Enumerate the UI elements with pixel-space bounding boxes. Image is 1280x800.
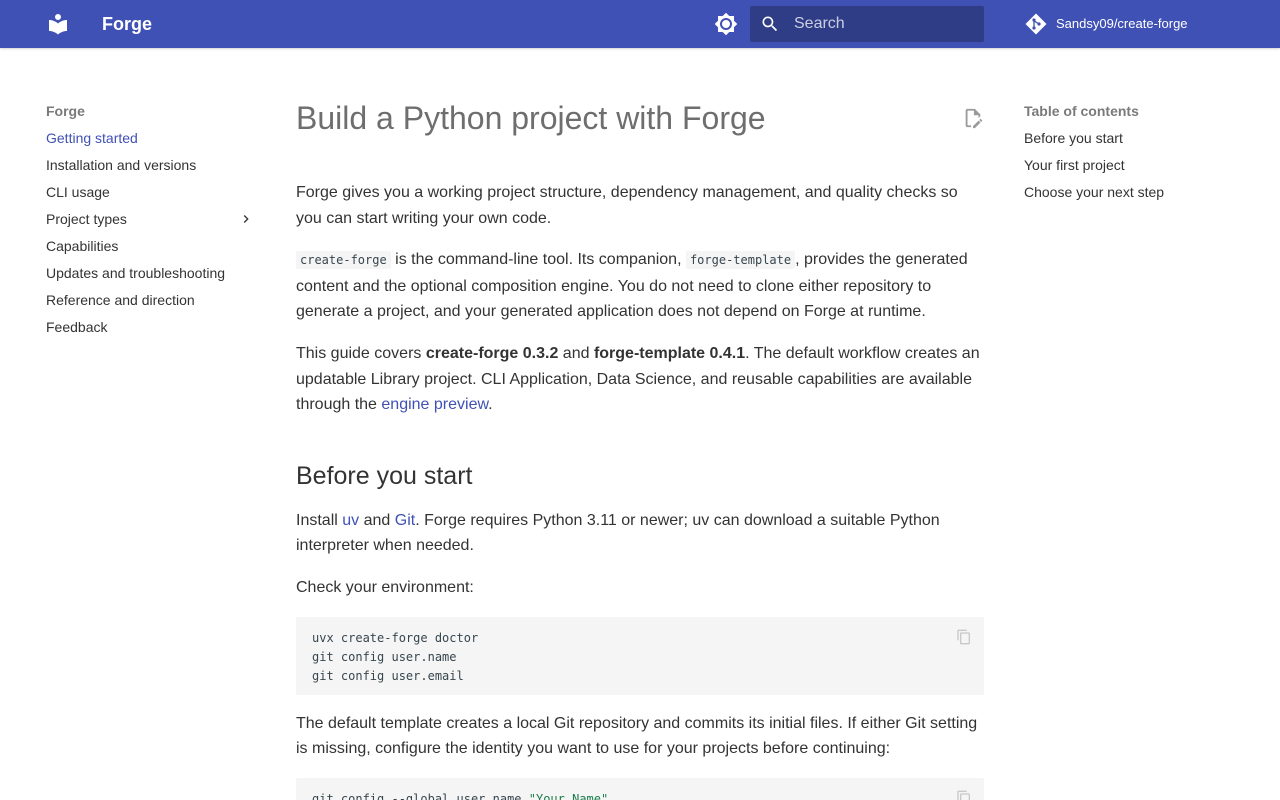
primary-navigation: Forge Getting started Installation and v… <box>46 102 260 345</box>
nav-item-updates-and-troubleshooting[interactable]: Updates and troubleshooting <box>46 264 260 282</box>
git-icon <box>1025 13 1047 35</box>
nav-item-reference-and-direction[interactable]: Reference and direction <box>46 291 260 309</box>
uv-link[interactable]: uv <box>342 512 359 529</box>
toc-title: Table of contents <box>1024 103 1139 119</box>
page-title: Build a Python project with Forge <box>296 100 766 136</box>
toc-item-your-first-project[interactable]: Your first project <box>1024 156 1244 174</box>
nav-item-project-types[interactable]: Project types <box>46 210 260 228</box>
nav-item-cli-usage[interactable]: CLI usage <box>46 183 260 201</box>
paragraph-text: and <box>558 344 594 362</box>
companion-paragraph: create-forge is the command-line tool. I… <box>296 247 984 325</box>
git-link[interactable]: Git <box>395 512 415 529</box>
search-box[interactable] <box>750 6 984 42</box>
paragraph-text: is the command-line tool. Its companion, <box>390 251 686 269</box>
code-line: uvx create-forge doctor <box>312 630 479 645</box>
repo-link[interactable]: Sandsy09/create-forge <box>1024 12 1188 36</box>
copy-icon[interactable] <box>956 629 972 645</box>
git-identity-paragraph: The default template creates a local Git… <box>296 714 978 758</box>
search-icon <box>762 16 778 32</box>
code-line: git config user.email <box>312 668 464 683</box>
paragraph-text: and <box>359 511 395 529</box>
paragraph-text: This guide covers <box>296 344 426 362</box>
nav-item-capabilities[interactable]: Capabilities <box>46 237 260 255</box>
chevron-right-icon[interactable] <box>238 211 254 227</box>
paragraph-text: Install <box>296 511 343 529</box>
code-line: git config user.name <box>312 649 457 664</box>
repo-name: Sandsy09/create-forge <box>1056 16 1188 31</box>
table-of-contents: Table of contents Before you start Your … <box>1024 102 1244 210</box>
engine-preview-link[interactable]: engine preview <box>381 396 488 413</box>
nav-item-label: Project types <box>46 211 127 227</box>
code-content[interactable]: uvx create-forge doctor git config user.… <box>312 629 968 686</box>
nav-item-feedback[interactable]: Feedback <box>46 318 260 336</box>
paragraph-text: . <box>488 396 493 414</box>
versions-paragraph: This guide covers create-forge 0.3.2 and… <box>296 341 984 418</box>
search-input[interactable] <box>794 6 974 42</box>
inline-code-create-forge: create-forge <box>296 251 391 270</box>
toc-item-before-you-start[interactable]: Before you start <box>1024 129 1244 147</box>
intro-paragraph: Forge gives you a working project struct… <box>296 184 958 227</box>
code-block-doctor: uvx create-forge doctor git config user.… <box>296 616 984 695</box>
copy-icon[interactable] <box>956 790 972 800</box>
check-environment-paragraph: Check your environment: <box>296 578 474 596</box>
inline-code-forge-template: forge-template <box>685 251 796 270</box>
nav-item-getting-started[interactable]: Getting started <box>46 129 260 147</box>
nav-item-installation-and-versions[interactable]: Installation and versions <box>46 156 260 174</box>
brightness-toggle-icon[interactable] <box>714 12 738 36</box>
version-create-forge: create-forge 0.3.2 <box>425 344 559 362</box>
header: Forge Sandsy09/create-forge <box>0 0 1280 48</box>
book-logo-icon[interactable] <box>46 12 70 36</box>
toc-item-choose-your-next-step[interactable]: Choose your next step <box>1024 183 1244 201</box>
code-line: git config --global user.name <box>312 791 529 800</box>
code-block-git-config: git config --global user.name "Your Name… <box>296 777 984 800</box>
code-string: "Your Name" <box>528 791 609 800</box>
install-paragraph: Install uv and Git. Forge requires Pytho… <box>296 508 984 559</box>
site-title[interactable]: Forge <box>102 12 152 36</box>
version-forge-template: forge-template 0.4.1 <box>593 344 746 362</box>
section-heading-before-you-start: Before you start <box>296 461 473 490</box>
main-content: Build a Python project with Forge Forge … <box>296 96 984 800</box>
nav-title: Forge <box>46 103 85 119</box>
code-content[interactable]: git config --global user.name "Your Name… <box>312 790 968 800</box>
